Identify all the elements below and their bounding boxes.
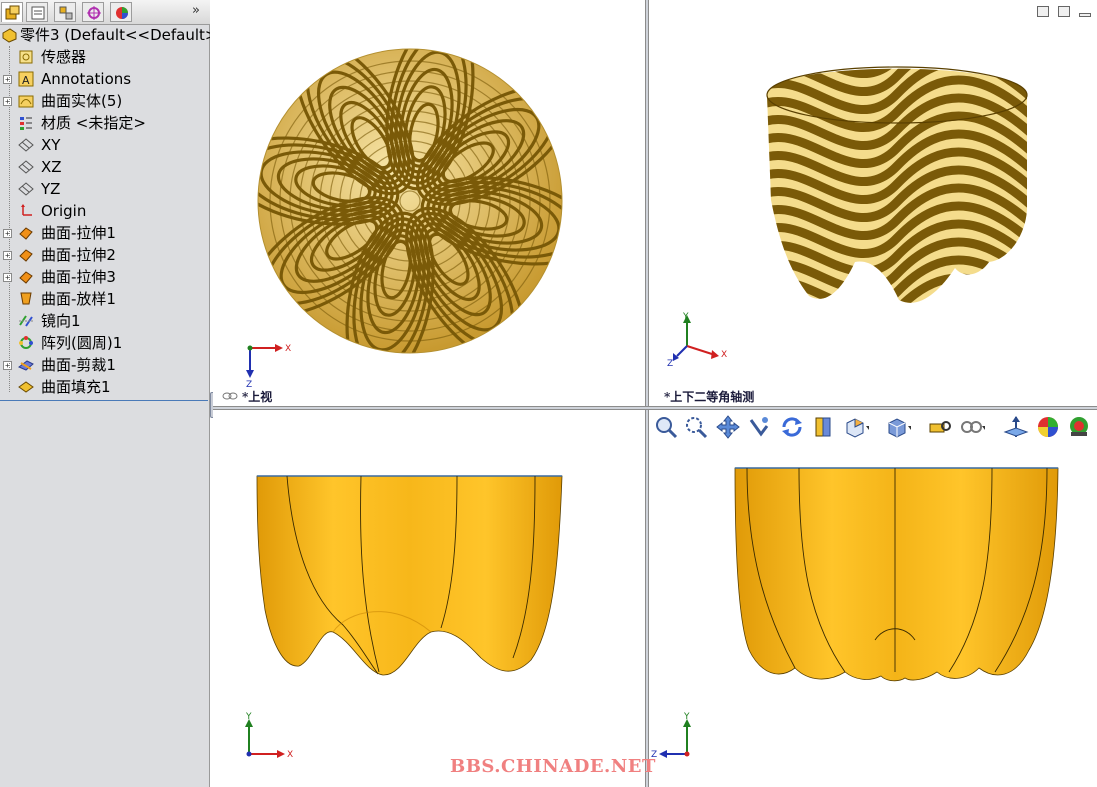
tab-dimxpert[interactable] [82,2,104,22]
sensor-icon [19,50,33,64]
axis-y-label: Y [683,712,690,722]
panel-divider [0,400,208,401]
plane-icon [18,182,34,196]
tree-root-label: 零件3 (Default<<Default> [20,26,210,44]
viewport-iso-label: *上下二等角轴测 [664,390,755,404]
tree-item-label: XZ [41,158,62,176]
circular-pattern-icon [19,336,33,349]
tree-item-label: 材质 <未指定> [41,114,146,132]
tree-item[interactable]: YZ [0,178,210,200]
tree-item[interactable]: + A Annotations [0,68,210,90]
tree-item[interactable]: 阵列(圆周)1 [0,332,210,354]
viewport-right[interactable]: Y Z [649,410,1097,787]
tab-display-manager[interactable] [110,2,132,22]
tree-item[interactable]: 传感器 [0,46,210,68]
svg-text:A: A [22,74,30,87]
tree-item[interactable]: 材质 <未指定> [0,112,210,134]
tab-configuration-manager[interactable] [54,2,76,22]
panel-expand-icon[interactable]: » [192,3,200,18]
plane-icon [18,138,34,152]
axis-z-label: Z [667,359,673,369]
surface-trim-icon [18,360,34,371]
axis-y-label: Y [682,312,689,322]
tree-item[interactable]: Origin [0,200,210,222]
axis-triad-top: X Z [246,344,291,390]
origin-icon [21,204,32,216]
tree-item-label: YZ [41,180,61,198]
configuration-icon [59,6,73,20]
part-icon [2,28,17,43]
tree-item[interactable]: + 曲面实体(5) [0,90,210,112]
tree-item[interactable]: 镜向1 [0,310,210,332]
tree-item-label: 镜向1 [41,312,81,330]
tab-feature-manager[interactable] [1,2,23,22]
tree-item-label: 阵列(圆周)1 [41,334,123,352]
expand-toggle-icon[interactable]: + [3,251,12,260]
material-icon [20,117,32,130]
mirror-icon [19,315,33,327]
annotations-icon: A [18,71,34,87]
single-view-button[interactable] [1037,6,1049,17]
tree-item-label: 传感器 [41,48,87,66]
viewport-isometric[interactable]: Y X Z *上下二等角轴测 [649,0,1097,406]
axis-x-label: X [287,750,293,760]
axis-triad-right: Y Z [651,712,691,760]
dimxpert-icon [87,6,101,20]
expand-toggle-icon[interactable]: + [3,273,12,282]
display-manager-icon [116,7,128,19]
two-view-button[interactable] [1058,6,1070,17]
minimize-button[interactable] [1079,13,1091,17]
axis-triad-front: Y X [245,712,293,760]
tree-item-label: 曲面-拉伸3 [41,268,116,286]
property-manager-icon [31,6,45,20]
tree-item-label: Annotations [41,70,132,88]
surface-extrude-icon [19,271,33,284]
plane-icon [18,160,34,174]
axis-x-label: X [721,350,727,360]
panel-tab-bar: » [0,0,210,25]
expand-toggle-icon[interactable]: + [3,229,12,238]
viewport-front[interactable]: Y X [213,410,645,787]
tree-connector-line [9,46,10,392]
tree-item[interactable]: + 曲面-剪裁1 [0,354,210,376]
surface-extrude-icon [19,227,33,240]
tree-item-label: 曲面-剪裁1 [41,356,116,374]
surface-loft-icon [20,292,32,305]
expand-toggle-icon[interactable]: + [3,97,12,106]
tree-item-label: 曲面-拉伸1 [41,224,116,242]
tree-item-label: 曲面-放样1 [41,290,116,308]
feature-tree: 零件3 (Default<<Default> 传感器 + A Annotations +… [0,24,210,398]
axis-triad-iso: Y X Z [667,312,727,369]
watermark-text: BBS.CHINADE.NET [450,756,656,777]
tab-property-manager[interactable] [26,2,48,22]
axis-y-label: Y [245,712,252,722]
tree-item-label: XY [41,136,61,154]
surface-fill-icon [18,381,34,393]
tree-item[interactable]: + 曲面-拉伸1 [0,222,210,244]
right-view-model [734,467,1059,682]
tree-item[interactable]: 曲面填充1 [0,376,210,398]
tree-item[interactable]: + 曲面-拉伸3 [0,266,210,288]
feature-manager-panel: » 零件3 (Default<<Default> 传感器 + A Annotation… [0,0,210,787]
tree-root-part[interactable]: 零件3 (Default<<Default> [0,24,210,46]
axis-x-label: X [285,344,291,354]
surface-extrude-icon [19,249,33,262]
tree-item-label: Origin [41,202,87,220]
tree-item[interactable]: 曲面-放样1 [0,288,210,310]
viewport-top-label: *上视 [242,390,273,404]
tree-item[interactable]: + 曲面-拉伸2 [0,244,210,266]
tree-item[interactable]: XY [0,134,210,156]
viewport-top[interactable]: X Z *上视 [213,0,645,406]
expand-toggle-icon[interactable]: + [3,75,12,84]
surface-bodies-icon [18,95,34,108]
link-views-icon[interactable] [222,391,238,401]
tree-item-label: 曲面填充1 [41,378,111,396]
tree-item[interactable]: XZ [0,156,210,178]
tree-item-label: 曲面-拉伸2 [41,246,116,264]
expand-toggle-icon[interactable]: + [3,361,12,370]
tree-item-label: 曲面实体(5) [41,92,123,110]
viewport-window-controls [1028,6,1091,22]
feature-tree-icon [5,5,20,20]
